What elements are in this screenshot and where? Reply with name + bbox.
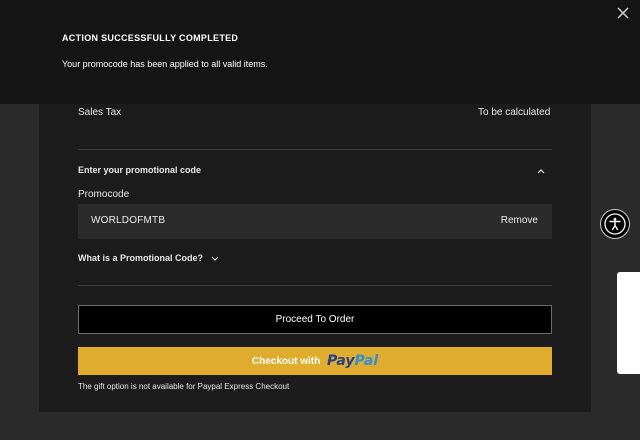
paypal-logo: PayPal (326, 353, 379, 369)
chevron-up-icon (536, 166, 546, 176)
divider (78, 149, 552, 150)
applied-promocode: WORLDOFMTB Remove (78, 204, 552, 239)
proceed-to-order-button[interactable]: Proceed To Order (78, 305, 552, 334)
paypal-checkout-button[interactable]: Checkout with PayPal (78, 347, 552, 375)
promocode-value: WORLDOFMTB (91, 215, 166, 226)
success-toast: ACTION SUCCESSFULLY COMPLETED Your promo… (0, 0, 640, 104)
promocode-label: Promocode (78, 189, 130, 200)
toast-title: ACTION SUCCESSFULLY COMPLETED (62, 33, 239, 43)
gift-option-note: The gift option is not available for Pay… (78, 382, 290, 391)
promo-section-toggle[interactable]: Enter your promotional code (78, 165, 552, 177)
remove-promocode-button[interactable]: Remove (501, 215, 538, 226)
paypal-checkout-label: Checkout with (251, 356, 321, 367)
chevron-down-icon (211, 256, 218, 261)
toast-message: Your promocode has been applied to all v… (62, 59, 268, 69)
close-icon[interactable] (616, 6, 630, 20)
divider (78, 285, 552, 286)
sales-tax-label: Sales Tax (78, 107, 122, 118)
promo-section-title: Enter your promotional code (78, 165, 202, 175)
promo-help-link[interactable]: What is a Promotional Code? (78, 253, 220, 264)
feedback-tab[interactable] (617, 272, 640, 374)
promo-help-label: What is a Promotional Code? (78, 253, 204, 263)
accessibility-icon[interactable] (600, 209, 630, 239)
sales-tax-value: To be calculated (478, 107, 551, 118)
